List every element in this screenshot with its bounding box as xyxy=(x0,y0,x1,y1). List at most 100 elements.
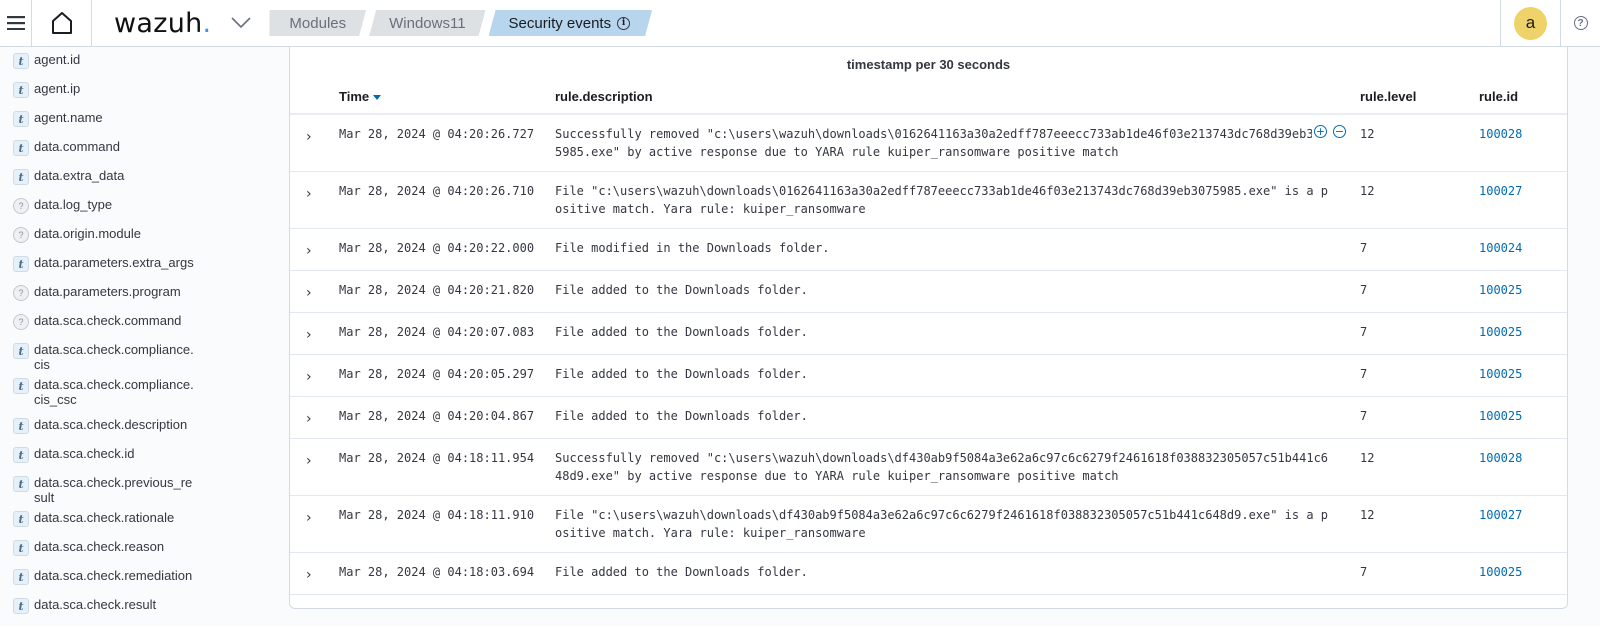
cell-time: Mar 28, 2024 @ 04:20:07.083 xyxy=(339,325,535,339)
field-name: data.sca.check.result xyxy=(34,597,157,612)
column-header-level[interactable]: rule.level xyxy=(1360,89,1416,104)
cell-time: Mar 28, 2024 @ 04:20:04.867 xyxy=(339,409,535,423)
field-item[interactable]: ? data.log_type xyxy=(13,192,290,221)
field-item[interactable]: ? data.sca.check.command xyxy=(13,308,290,337)
sort-down-icon[interactable] xyxy=(373,95,382,101)
field-item[interactable]: t data.parameters.extra_args xyxy=(13,250,290,279)
filter-out-value-icon[interactable]: − xyxy=(1333,125,1346,138)
cell-rule-id-link[interactable]: 100025 xyxy=(1479,407,1522,425)
field-item[interactable]: ? data.origin.module xyxy=(13,221,290,250)
field-item[interactable]: t agent.id xyxy=(13,47,290,76)
column-label: rule.id xyxy=(1479,89,1519,104)
field-item[interactable]: t agent.ip xyxy=(13,76,290,105)
field-item[interactable]: t data.command xyxy=(13,134,290,163)
cell-rule-id-link[interactable]: 100025 xyxy=(1479,323,1522,341)
info-icon[interactable]: i xyxy=(617,17,630,30)
cell-description: File added to the Downloads folder. xyxy=(555,409,808,423)
cell-description: File "c:\users\wazuh\downloads\df430ab9f… xyxy=(555,508,1329,540)
field-item[interactable]: t data.sca.check.reason xyxy=(13,534,290,563)
table-body: › Mar 28, 2024 @ 04:20:26.727 Successfully… xyxy=(290,115,1567,595)
string-type-icon: t xyxy=(13,511,29,527)
expand-row-chevron-icon[interactable]: › xyxy=(306,129,320,145)
field-item[interactable]: t data.sca.check.result xyxy=(13,592,290,621)
cell-rule-id-link[interactable]: 100025 xyxy=(1479,365,1522,383)
cell-level: 7 xyxy=(1360,241,1368,255)
expand-row-chevron-icon[interactable]: › xyxy=(306,369,320,385)
cell-time: Mar 28, 2024 @ 04:20:26.727 xyxy=(339,127,535,141)
expand-row-chevron-icon[interactable]: › xyxy=(306,327,320,343)
cell-rule-id-link[interactable]: 100025 xyxy=(1479,281,1522,299)
table-header: Time rule.description rule.level rule.id xyxy=(290,85,1567,115)
field-name: data.log_type xyxy=(34,197,113,212)
cell-description: Successfully removed "c:\users\wazuh\dow… xyxy=(555,127,1329,159)
breadcrumb-label: Windows11 xyxy=(389,14,466,32)
field-item[interactable]: t data.sca.check.id xyxy=(13,441,290,470)
field-item[interactable]: t data.sca.check.rationale xyxy=(13,505,290,534)
expand-row-chevron-icon[interactable]: › xyxy=(306,243,320,259)
field-item[interactable]: t data.sca.check.description xyxy=(13,412,290,441)
cell-level: 12 xyxy=(1360,451,1375,465)
field-item[interactable]: t agent.name xyxy=(13,105,290,134)
cell-description: File added to the Downloads folder. xyxy=(555,565,808,579)
help-button[interactable]: ? xyxy=(1560,0,1600,47)
string-type-icon: t xyxy=(13,378,29,394)
home-button[interactable] xyxy=(32,0,92,47)
table-row: › Mar 28, 2024 @ 04:20:22.000 File modifie… xyxy=(290,229,1567,271)
cell-level: 12 xyxy=(1360,184,1375,198)
string-type-icon: t xyxy=(13,476,29,492)
column-header-description[interactable]: rule.description xyxy=(555,89,653,104)
string-type-icon: t xyxy=(13,82,29,98)
cell-time: Mar 28, 2024 @ 04:18:03.694 xyxy=(339,565,535,579)
table-row: › Mar 28, 2024 @ 04:18:11.954 Successfully… xyxy=(290,439,1567,496)
column-header-id[interactable]: rule.id xyxy=(1479,89,1518,104)
cell-time: Mar 28, 2024 @ 04:20:26.710 xyxy=(339,184,535,198)
string-type-icon: t xyxy=(13,569,29,585)
home-icon xyxy=(51,12,72,34)
field-name: data.parameters.program xyxy=(34,284,181,299)
histogram-title: timestamp per 30 seconds xyxy=(846,57,1011,72)
cell-level: 7 xyxy=(1360,325,1368,339)
column-header-time[interactable]: Time xyxy=(339,89,382,104)
breadcrumb-agent[interactable]: Windows11 xyxy=(369,10,485,36)
user-menu[interactable]: a xyxy=(1500,0,1560,47)
field-item[interactable]: t data.sca.check.compliance.cis xyxy=(13,337,290,372)
cell-rule-id-link[interactable]: 100027 xyxy=(1479,182,1522,200)
expand-row-chevron-icon[interactable]: › xyxy=(306,453,320,469)
string-type-icon: t xyxy=(13,256,29,272)
cell-rule-id-link[interactable]: 100027 xyxy=(1479,506,1522,524)
app-menu-toggle[interactable] xyxy=(231,11,255,35)
string-type-icon: t xyxy=(13,343,29,359)
top-header: wazuh. Modules Windows11 Security events… xyxy=(0,0,1600,47)
cell-description: File added to the Downloads folder. xyxy=(555,367,808,381)
filter-for-value-icon[interactable]: + xyxy=(1314,125,1327,138)
column-label: rule.description xyxy=(555,89,653,104)
logo-text: wazuh xyxy=(114,7,203,39)
field-name: data.sca.check.compliance.cis xyxy=(34,342,194,372)
expand-row-chevron-icon[interactable]: › xyxy=(306,285,320,301)
expand-row-chevron-icon[interactable]: › xyxy=(306,186,320,202)
menu-button[interactable] xyxy=(0,0,32,47)
breadcrumb: Modules Windows11 Security events i xyxy=(269,10,655,36)
field-item[interactable]: t data.sca.check.remediation xyxy=(13,563,290,592)
cell-level: 7 xyxy=(1360,283,1368,297)
field-item[interactable]: t data.extra_data xyxy=(13,163,290,192)
expand-row-chevron-icon[interactable]: › xyxy=(306,510,320,526)
expand-row-chevron-icon[interactable]: › xyxy=(306,411,320,427)
cell-rule-id-link[interactable]: 100024 xyxy=(1479,239,1522,257)
breadcrumb-modules[interactable]: Modules xyxy=(269,10,366,36)
cell-time: Mar 28, 2024 @ 04:20:05.297 xyxy=(339,367,535,381)
help-icon: ? xyxy=(1573,16,1588,30)
field-item[interactable]: t data.sca.check.previous_result xyxy=(13,470,290,505)
breadcrumb-security-events: Security events i xyxy=(489,10,653,36)
field-item[interactable]: ? data.parameters.program xyxy=(13,279,290,308)
cell-rule-id-link[interactable]: 100028 xyxy=(1479,449,1522,467)
string-type-icon: t xyxy=(13,111,29,127)
cell-rule-id-link[interactable]: 100025 xyxy=(1479,563,1522,581)
table-row: › Mar 28, 2024 @ 04:18:11.910 File "c:\use… xyxy=(290,496,1567,553)
field-item[interactable]: t data.sca.check.compliance. cis_csc xyxy=(13,372,290,412)
cell-rule-id-link[interactable]: 100028 xyxy=(1479,125,1522,143)
wazuh-logo[interactable]: wazuh. xyxy=(114,8,211,39)
field-name: data.parameters.extra_args xyxy=(34,255,194,270)
cell-level: 12 xyxy=(1360,508,1375,522)
expand-row-chevron-icon[interactable]: › xyxy=(306,567,320,583)
